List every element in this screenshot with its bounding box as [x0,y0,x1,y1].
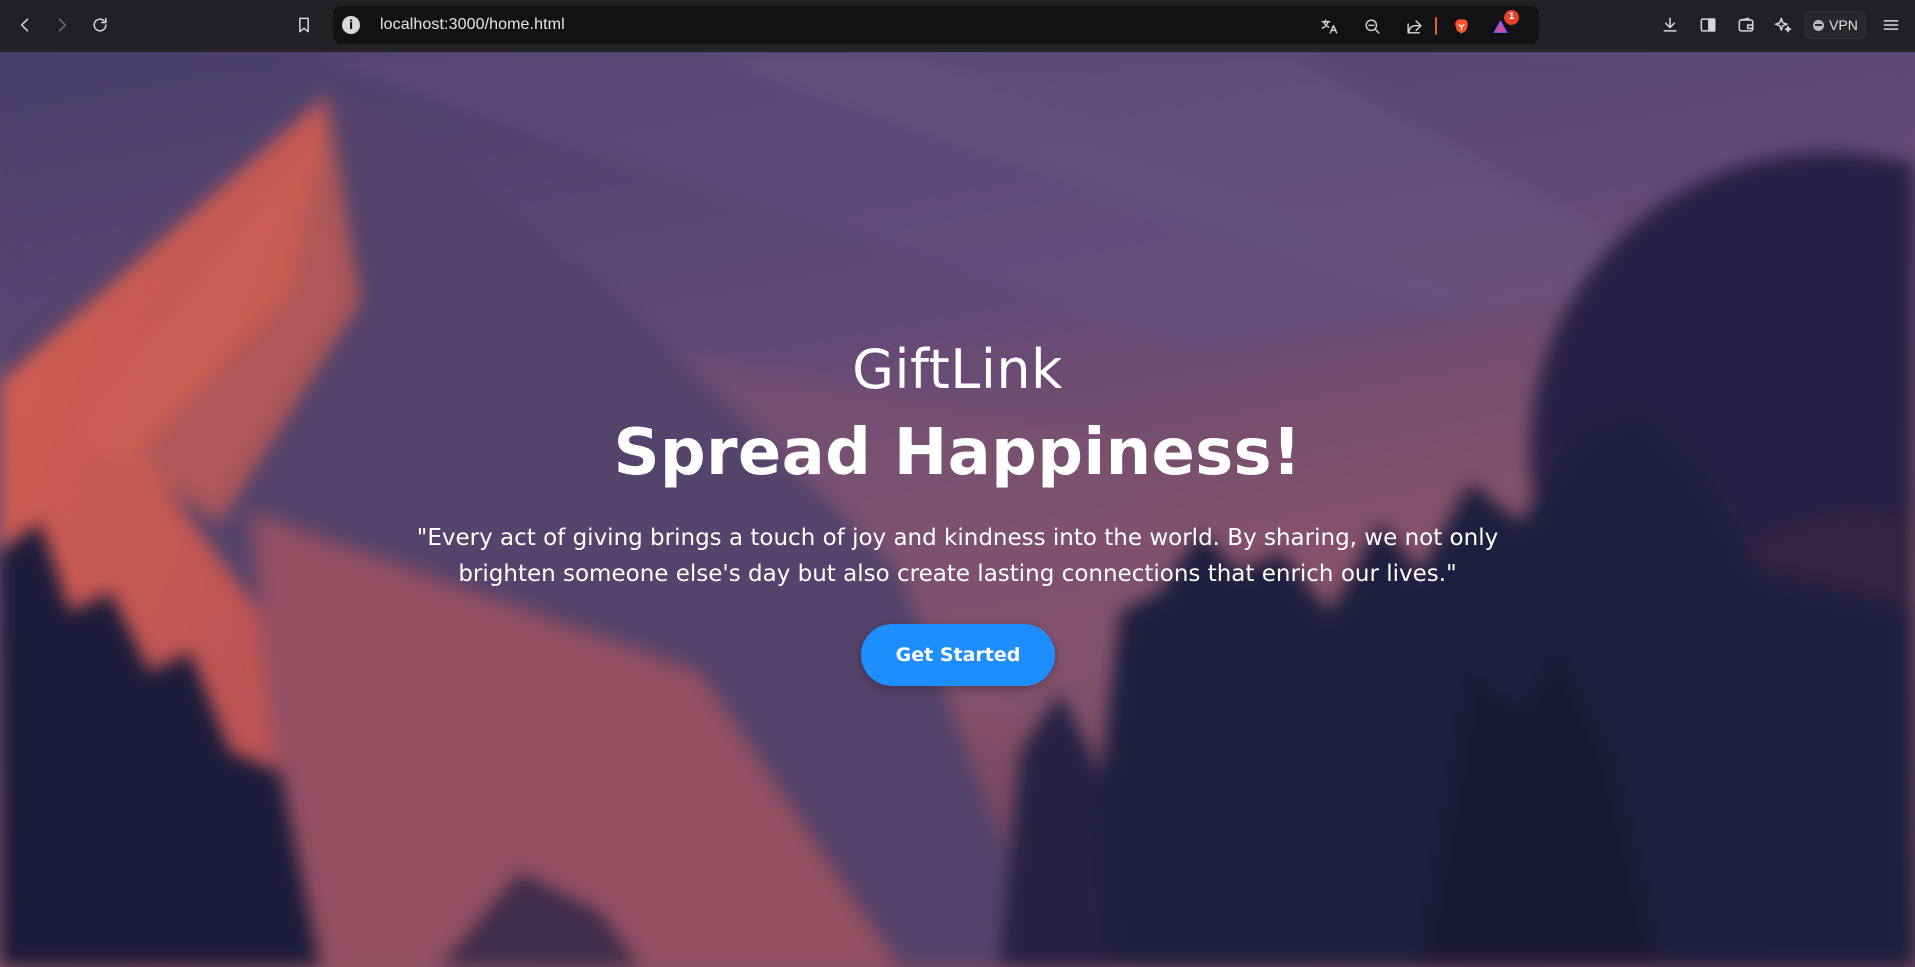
browser-toolbar: i localhost:3000/home.html 1 VPN [0,0,1915,51]
vpn-button[interactable]: VPN [1805,11,1866,39]
hero-quote: "Every act of giving brings a touch of j… [416,525,1499,587]
reload-icon[interactable] [87,12,113,38]
notification-badge: 1 [1504,10,1519,25]
back-arrow-icon[interactable] [12,12,38,38]
hero-content: GiftLink Spread Happiness! "Every act of… [0,52,1915,967]
forward-arrow-icon[interactable] [49,12,75,38]
hero-headline: Spread Happiness! [613,416,1302,490]
share-icon[interactable] [1403,15,1425,37]
hamburger-menu-icon[interactable] [1878,12,1904,38]
brave-lion-icon[interactable] [1450,15,1472,37]
vpn-status-icon [1813,19,1825,31]
translate-icon[interactable] [1318,15,1340,37]
wallet-icon[interactable] [1733,12,1759,38]
hero-section: GiftLink Spread Happiness! "Every act of… [0,52,1915,967]
vpn-label: VPN [1829,17,1858,33]
zoom-out-icon[interactable] [1361,15,1383,37]
brand-name: GiftLink [852,338,1063,401]
info-icon[interactable]: i [342,16,360,34]
address-bar[interactable]: i localhost:3000/home.html 1 [333,6,1539,44]
sidebar-icon[interactable] [1695,12,1721,38]
bookmark-icon[interactable] [291,12,317,38]
url-text[interactable]: localhost:3000/home.html [380,16,565,34]
toolbar-divider [1435,17,1437,35]
get-started-button[interactable]: Get Started [861,624,1055,686]
leo-ai-icon[interactable] [1770,12,1796,38]
download-icon[interactable] [1657,12,1683,38]
